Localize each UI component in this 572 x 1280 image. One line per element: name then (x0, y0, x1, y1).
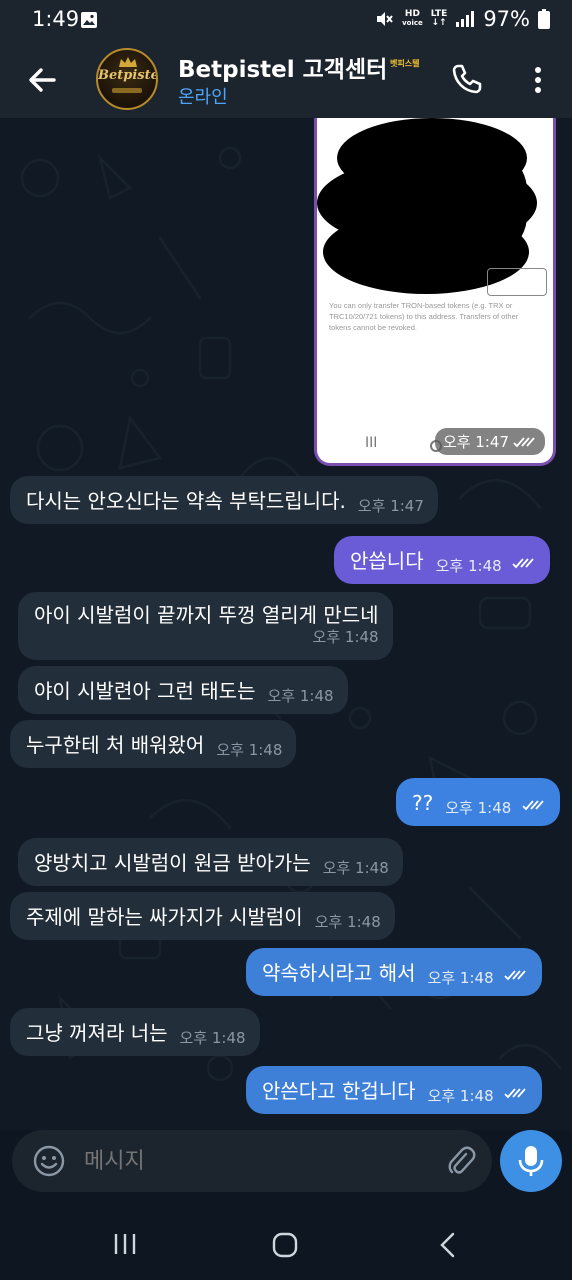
message-incoming[interactable]: 누구한테 처 배워왔어 오후 1:48 (10, 720, 297, 768)
message-composer (12, 1130, 492, 1192)
paperclip-icon[interactable] (444, 1144, 478, 1178)
double-check-icon (504, 1087, 526, 1098)
message-incoming[interactable]: 그냥 꺼져라 너는 오후 1:48 (10, 1008, 260, 1056)
message-outgoing[interactable]: ?? 오후 1:48 (396, 778, 560, 826)
double-check-icon (513, 436, 535, 447)
redaction-blob (357, 138, 527, 268)
message-incoming[interactable]: 양방치고 시발럼이 원금 받아가는 오후 1:48 (18, 838, 403, 886)
image-message[interactable]: You can only transfer TRON-based tokens … (314, 118, 556, 466)
gallery-notification-icon (81, 12, 97, 28)
image-time: 오후 1:47 (434, 428, 545, 455)
status-bar: 1:49 HD voice LTE ↓↑ 97% (0, 0, 572, 40)
avatar[interactable]: Betpistel (96, 48, 158, 110)
home-icon[interactable] (272, 1232, 298, 1258)
title-badge: 벳피스텔 (390, 59, 420, 68)
message-outgoing[interactable]: 약속하시라고 해서 오후 1:48 (246, 948, 542, 996)
lte-indicator: LTE ↓↑ (430, 9, 448, 28)
message-outgoing[interactable]: 안쓴다고 한겁니다 오후 1:48 (246, 1066, 542, 1114)
message-incoming[interactable]: 주제에 말하는 싸가지가 시발럼이 오후 1:48 (10, 892, 395, 940)
double-check-icon (512, 557, 534, 568)
microphone-button[interactable] (500, 1130, 562, 1192)
battery-icon (538, 9, 550, 29)
image-caption: You can only transfer TRON-based tokens … (329, 301, 519, 332)
mute-icon (377, 12, 393, 26)
message-incoming[interactable]: 다시는 안오신다는 약속 부탁드립니다. 오후 1:47 (10, 476, 438, 524)
message-incoming[interactable]: 아이 시발럼이 끝까지 뚜껑 열리게 만드네 오후 1:48 (18, 592, 393, 660)
chat-header: Betpistel Betpistel 고객센터 벳피스텔 온라인 (0, 40, 572, 118)
nav-back-icon[interactable] (438, 1232, 458, 1258)
recent-apps-icon[interactable] (112, 1232, 138, 1256)
double-check-icon (522, 799, 544, 810)
message-input[interactable] (84, 1146, 424, 1176)
online-status: 온라인 (178, 87, 228, 108)
phone-icon[interactable] (450, 62, 484, 96)
crown-icon (119, 57, 137, 67)
address-input-box (487, 268, 547, 296)
status-time: 1:49 (32, 7, 80, 31)
chat-title[interactable]: Betpistel 고객센터 (178, 50, 387, 84)
more-vert-icon[interactable] (526, 62, 550, 98)
double-check-icon (504, 969, 526, 980)
emoji-icon[interactable] (32, 1144, 66, 1178)
avatar-logo-text: Betpistel (98, 68, 158, 83)
signal-icon (456, 11, 475, 27)
back-arrow-icon[interactable] (24, 62, 60, 98)
system-nav-bar (0, 1200, 572, 1280)
battery-percent: 97% (483, 7, 530, 31)
avatar-ribbon (112, 88, 142, 93)
hd-voice-indicator: HD voice (402, 9, 423, 28)
message-incoming[interactable]: 야이 시발련아 그런 태도는 오후 1:48 (18, 666, 348, 714)
microphone-icon (518, 1146, 544, 1176)
message-outgoing[interactable]: 안씁니다 오후 1:48 (334, 536, 551, 584)
